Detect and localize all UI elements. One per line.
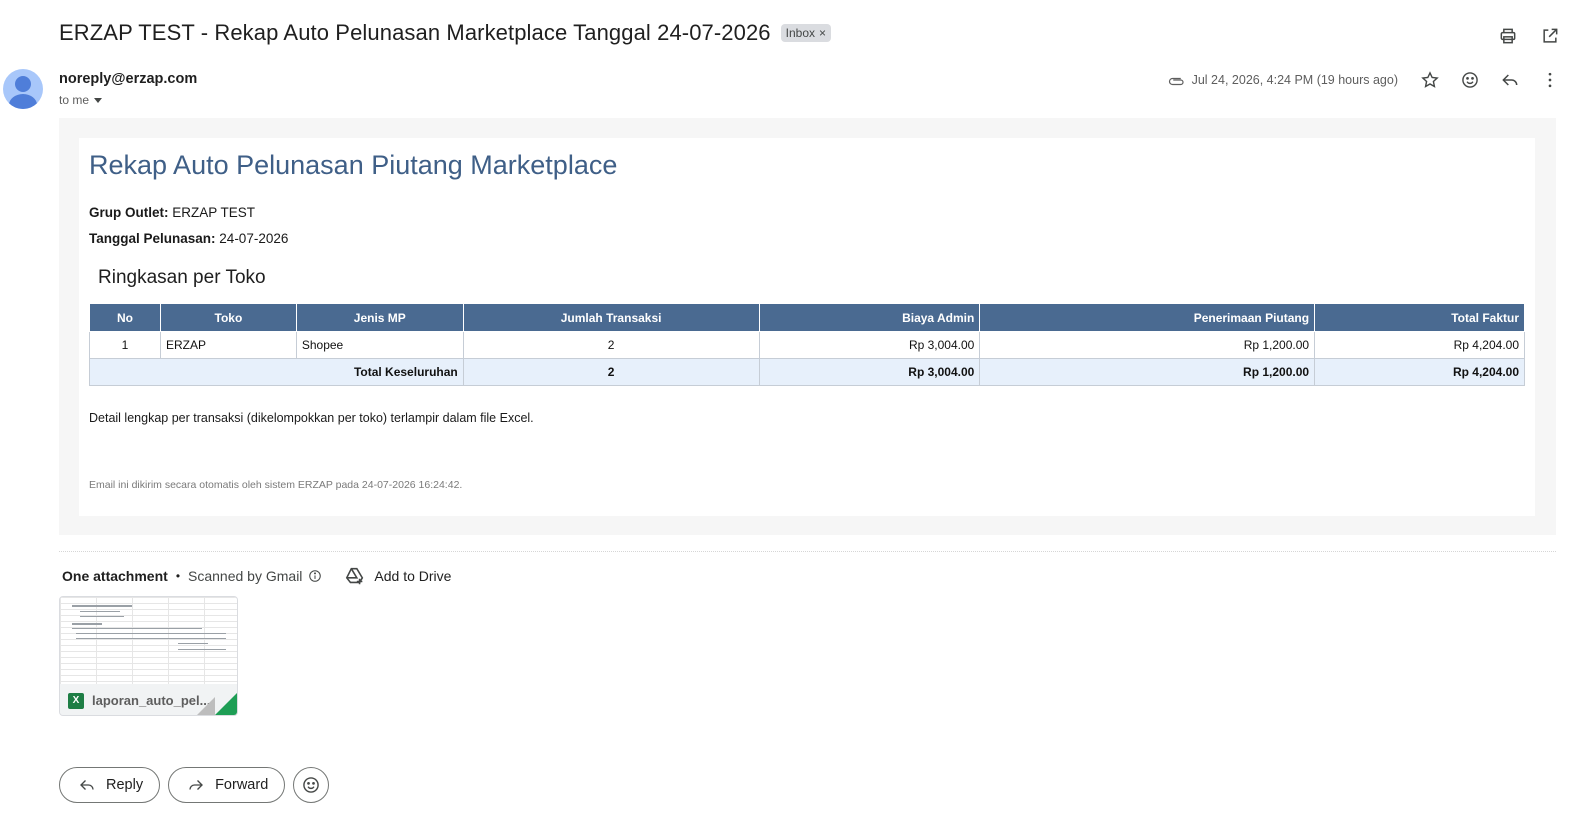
- email-subject: ERZAP TEST - Rekap Auto Pelunasan Market…: [59, 20, 771, 45]
- reply-actions: Reply Forward: [59, 767, 330, 803]
- total-jumlah-transaksi: 2: [462, 358, 760, 386]
- add-to-drive-label: Add to Drive: [374, 568, 452, 584]
- emoji-icon: [303, 777, 320, 793]
- header-total-faktur: Total Faktur: [1314, 303, 1525, 332]
- cell-total-faktur: Rp 4,204.00: [1314, 331, 1525, 359]
- header-jenis-mp: Jenis MP: [295, 303, 464, 332]
- sender-avatar[interactable]: [3, 69, 43, 109]
- reply-label: Reply: [106, 777, 144, 793]
- cell-toko: ERZAP: [159, 331, 297, 359]
- tanggal-pelunasan-line: Tanggal Pelunasan: 24-07-2026: [89, 231, 288, 246]
- attachment-file-name: laporan_auto_pel...: [92, 693, 211, 708]
- attachment-card[interactable]: X laporan_auto_pel...: [59, 596, 238, 716]
- recipient-details-toggle[interactable]: to me: [59, 93, 103, 107]
- attachment-thumbnail: [60, 597, 237, 684]
- detail-text: Detail lengkap per transaksi (dikelompok…: [89, 411, 534, 425]
- header-toko: Toko: [159, 303, 297, 332]
- reply-button[interactable]: Reply: [59, 767, 161, 803]
- table-header-row: No Toko Jenis MP Jumlah Transaksi Biaya …: [89, 303, 1525, 332]
- info-icon[interactable]: [308, 569, 322, 583]
- header-biaya-admin: Biaya Admin: [758, 303, 981, 332]
- print-icon[interactable]: [1496, 24, 1520, 48]
- remove-label-button[interactable]: ×: [819, 26, 826, 40]
- sender-email[interactable]: noreply@erzap.com: [59, 71, 197, 87]
- reply-icon[interactable]: [1498, 68, 1522, 92]
- cell-jenis-mp: Shopee: [295, 331, 464, 359]
- header-penerimaan-piutang: Penerimaan Piutang: [979, 303, 1316, 332]
- top-actions: [1496, 24, 1562, 48]
- message-date: Jul 24, 2026, 4:24 PM (19 hours ago): [1191, 73, 1398, 87]
- add-to-drive-button[interactable]: Add to Drive: [344, 565, 451, 587]
- message-meta: Jul 24, 2026, 4:24 PM (19 hours ago): [1168, 68, 1562, 92]
- tanggal-pelunasan-label: Tanggal Pelunasan:: [89, 231, 216, 246]
- add-to-drive-icon: [346, 567, 364, 585]
- section-title: Ringkasan per Toko: [98, 267, 266, 288]
- attachments-divider: [59, 551, 1556, 552]
- header-jumlah-transaksi: Jumlah Transaksi: [462, 303, 760, 332]
- footer-note: Email ini dikirim secara otomatis oleh s…: [89, 479, 463, 491]
- cell-no: 1: [89, 331, 161, 359]
- paperclip-icon: [1168, 77, 1184, 86]
- rekap-table: No Toko Jenis MP Jumlah Transaksi Biaya …: [89, 303, 1525, 386]
- grup-outlet-label: Grup Outlet:: [89, 205, 169, 220]
- reply-icon: [80, 780, 94, 790]
- table-row: 1 ERZAP Shopee 2 Rp 3,004.00 Rp 1,200.00…: [89, 331, 1525, 359]
- grup-outlet-line: Grup Outlet: ERZAP TEST: [89, 205, 255, 220]
- to-me-label: to me: [59, 93, 90, 107]
- tanggal-pelunasan-value: 24-07-2026: [219, 231, 289, 246]
- star-icon[interactable]: [1418, 68, 1442, 92]
- emoji-react-button[interactable]: [293, 767, 330, 803]
- cell-penerimaan-piutang: Rp 1,200.00: [979, 331, 1316, 359]
- forward-label: Forward: [215, 777, 269, 793]
- attachment-count: One attachment: [62, 568, 168, 584]
- chevron-down-icon: [94, 98, 103, 103]
- attachments-header: One attachment • Scanned by Gmail Add to…: [62, 565, 451, 587]
- inbox-label-text: Inbox: [785, 26, 816, 40]
- more-vert-icon[interactable]: [1538, 68, 1562, 92]
- total-biaya-admin: Rp 3,004.00: [758, 358, 981, 386]
- cell-biaya-admin: Rp 3,004.00: [758, 331, 981, 359]
- grup-outlet-value: ERZAP TEST: [172, 205, 256, 220]
- total-penerimaan-piutang: Rp 1,200.00: [979, 358, 1316, 386]
- emoji-icon[interactable]: [1458, 68, 1482, 92]
- inbox-label-chip[interactable]: Inbox ×: [780, 24, 832, 42]
- total-faktur: Rp 4,204.00: [1314, 358, 1525, 386]
- total-label: Total Keseluruhan: [89, 358, 464, 386]
- excel-file-icon: X: [68, 692, 84, 709]
- subject-row: ERZAP TEST - Rekap Auto Pelunasan Market…: [59, 20, 832, 46]
- scanned-by-gmail: Scanned by Gmail: [188, 568, 303, 584]
- page-fold: [197, 697, 215, 715]
- open-in-new-window-icon[interactable]: [1538, 24, 1562, 48]
- table-total-row: Total Keseluruhan 2 Rp 3,004.00 Rp 1,200…: [89, 358, 1525, 386]
- email-body-title: Rekap Auto Pelunasan Piutang Marketplace: [89, 150, 618, 180]
- cell-jumlah-transaksi: 2: [462, 331, 760, 359]
- forward-button[interactable]: Forward: [168, 767, 286, 803]
- sheets-corner-icon: [215, 693, 237, 715]
- header-no: No: [89, 303, 161, 332]
- separator-dot: •: [175, 569, 181, 583]
- forward-icon: [189, 780, 204, 790]
